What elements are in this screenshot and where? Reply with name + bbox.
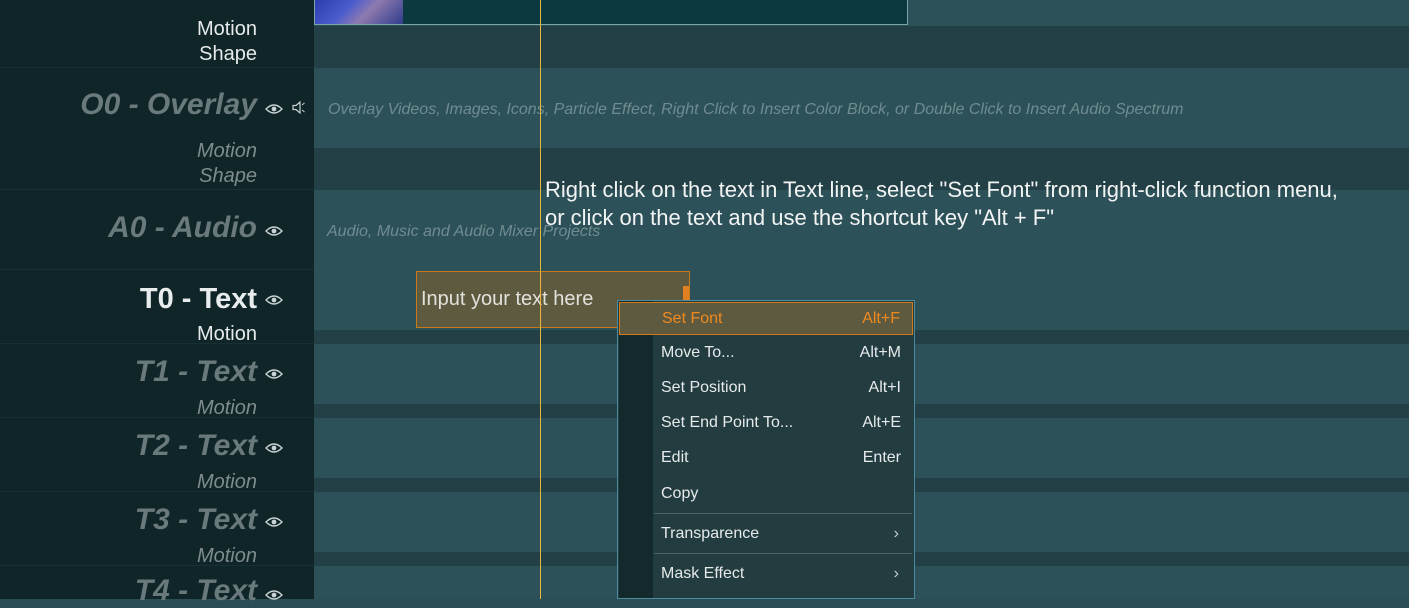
track-title-text4: T4 - Text — [134, 574, 257, 607]
track-header-top[interactable]: Motion Shape — [0, 0, 314, 68]
motion-label[interactable]: Motion — [197, 545, 257, 568]
track-title-overlay: O0 - Overlay — [80, 88, 257, 121]
menu-item-label: Copy — [661, 485, 699, 502]
speaker-icon[interactable] — [292, 101, 305, 114]
shape-label[interactable]: Shape — [199, 165, 257, 188]
track-header-text4[interactable]: T4 - Text — [0, 566, 314, 607]
lane-overlay[interactable]: Overlay Videos, Images, Icons, Particle … — [314, 68, 1409, 148]
eye-icon[interactable] — [265, 103, 283, 115]
eye-icon[interactable] — [265, 589, 283, 601]
menu-item-shortcut: Alt+M — [859, 344, 901, 361]
shape-label[interactable]: Shape — [199, 43, 257, 66]
track-header-overlay[interactable]: O0 - Overlay Motion Shape — [0, 68, 314, 190]
menu-item-transparence[interactable]: Transparence › — [619, 518, 913, 551]
menu-item-mask-effect[interactable]: Mask Effect › — [619, 558, 913, 591]
video-thumbnail — [315, 0, 403, 24]
track-title-text1: T1 - Text — [134, 355, 257, 388]
track-header-text0[interactable]: T0 - Text Motion — [0, 270, 314, 346]
menu-item-shortcut: Enter — [862, 449, 901, 466]
motion-label[interactable]: Motion — [197, 18, 257, 41]
menu-item-set-font[interactable]: Set Font Alt+F — [619, 302, 913, 335]
menu-item-shortcut: Alt+E — [862, 414, 901, 431]
eye-icon[interactable] — [265, 225, 283, 237]
menu-item-shortcut: Alt+I — [868, 379, 901, 396]
track-title-audio: A0 - Audio — [108, 211, 257, 244]
track-title-text3: T3 - Text — [134, 503, 257, 536]
menu-item-label: Set End Point To... — [661, 414, 794, 431]
track-header-text2[interactable]: T2 - Text Motion — [0, 418, 314, 494]
video-clip[interactable] — [314, 0, 908, 25]
menu-item-move-to[interactable]: Move To... Alt+M — [619, 337, 913, 370]
track-header-audio[interactable]: A0 - Audio — [0, 190, 314, 270]
menu-item-set-end-point[interactable]: Set End Point To... Alt+E — [619, 407, 913, 440]
track-header-panel: Motion Shape O0 - Overlay Motion Shape A… — [0, 0, 314, 607]
menu-item-label: Set Font — [662, 310, 723, 327]
chevron-right-icon: › — [893, 525, 899, 542]
eye-icon[interactable] — [265, 516, 283, 528]
eye-icon[interactable] — [265, 368, 283, 380]
instruction-tooltip: Right click on the text in Text line, se… — [545, 176, 1338, 232]
motion-label[interactable]: Motion — [197, 397, 257, 420]
menu-item-shortcut: Alt+F — [862, 310, 900, 327]
eye-icon[interactable] — [265, 442, 283, 454]
motion-label[interactable]: Motion — [197, 140, 257, 163]
tooltip-line-1: Right click on the text in Text line, se… — [545, 177, 1338, 202]
menu-item-set-position[interactable]: Set Position Alt+I — [619, 372, 913, 405]
clip-resize-handle[interactable] — [683, 286, 689, 300]
chevron-right-icon: › — [893, 565, 899, 582]
menu-item-label: Edit — [661, 449, 689, 466]
eye-icon[interactable] — [265, 294, 283, 306]
track-header-text1[interactable]: T1 - Text Motion — [0, 344, 314, 420]
overlay-hint: Overlay Videos, Images, Icons, Particle … — [328, 101, 1184, 118]
track-title-text0: T0 - Text — [139, 283, 257, 315]
menu-item-label: Transparence — [661, 525, 760, 542]
menu-item-label: Mask Effect — [661, 565, 745, 582]
menu-item-edit[interactable]: Edit Enter — [619, 442, 913, 475]
motion-label[interactable]: Motion — [197, 471, 257, 494]
menu-item-label: Set Position — [661, 379, 747, 396]
menu-separator — [654, 513, 912, 514]
track-title-text2: T2 - Text — [134, 429, 257, 462]
track-header-text3[interactable]: T3 - Text Motion — [0, 492, 314, 568]
menu-item-copy[interactable]: Copy — [619, 478, 913, 511]
context-menu: Set Font Alt+F Move To... Alt+M Set Posi… — [617, 300, 915, 599]
playhead[interactable] — [540, 0, 541, 599]
text-clip-label: Input your text here — [421, 288, 594, 310]
tooltip-line-2: or click on the text and use the shortcu… — [545, 205, 1055, 230]
lane-top-motion[interactable] — [314, 26, 1409, 68]
motion-label[interactable]: Motion — [197, 323, 257, 346]
menu-item-label: Move To... — [661, 344, 735, 361]
menu-separator — [654, 553, 912, 554]
